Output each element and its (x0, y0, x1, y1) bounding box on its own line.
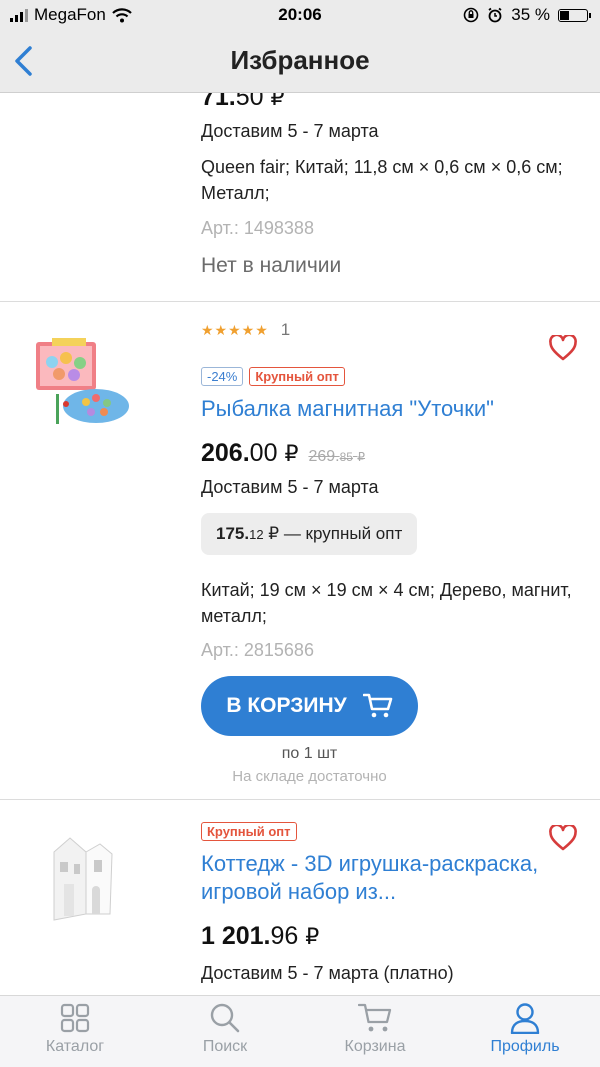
product-name-link[interactable]: Рыбалка магнитная "Уточки" (201, 395, 580, 423)
battery-percent: 35 % (511, 5, 550, 24)
cart-icon (362, 693, 392, 718)
item1-sku: Арт.: 1498388 (201, 218, 314, 238)
page-title: Избранное (230, 45, 370, 75)
product-card-1[interactable]: 71.50 ₽ Доставим 5 - 7 марта Queen fair;… (0, 93, 600, 302)
add-to-cart-button[interactable]: В КОРЗИНУ (201, 676, 418, 736)
product-image-fishing-ducks[interactable] (30, 332, 130, 432)
item2-qty: по 1 шт (281, 745, 338, 762)
status-bar: MegaFon 20:06 35 % (0, 0, 600, 30)
item2-specs: Китай; 19 см × 19 см × 4 см; Дерево, маг… (201, 580, 572, 626)
grid-icon (60, 1003, 90, 1033)
tab-profile[interactable]: Профиль (450, 1002, 600, 1056)
wholesale-price-box: 175.12 ₽ — крупный опт (201, 513, 418, 555)
product-card-3[interactable]: Крупный опт Коттедж - 3D игрушка-раскрас… (0, 800, 600, 995)
search-icon (210, 1003, 240, 1033)
heart-icon[interactable] (549, 335, 577, 361)
item2-price: 206.00 ₽ (201, 439, 299, 467)
item2-stock: На складе достаточно (232, 768, 387, 785)
item1-price: 71.50 ₽ (201, 93, 285, 111)
discount-badge: -24% (201, 367, 244, 386)
item2-delivery: Доставим 5 - 7 марта (201, 477, 379, 497)
cart-icon (358, 1003, 392, 1032)
item3-price: 1 201.96 ₽ (201, 922, 320, 950)
wholesale-badge: Крупный опт (201, 822, 297, 841)
alarm-icon (488, 7, 502, 23)
wholesale-badge: Крупный опт (249, 367, 345, 386)
review-count[interactable]: 1 (281, 320, 290, 340)
tab-search[interactable]: Поиск (150, 1002, 300, 1056)
product-image-cottage[interactable] (40, 834, 120, 929)
item2-old-price: 269.85 ₽ (308, 448, 366, 465)
battery-icon (558, 8, 591, 22)
item1-specs: Queen fair; Китай; 11,8 см × 0,6 см × 0,… (201, 157, 563, 203)
tab-cart[interactable]: Корзина (300, 1002, 450, 1056)
profile-icon (510, 1003, 540, 1034)
navigation-bar: Избранное (0, 30, 600, 93)
item2-sku: Арт.: 2815686 (201, 640, 314, 660)
favorites-list[interactable]: 71.50 ₽ Доставим 5 - 7 марта Queen fair;… (0, 93, 600, 995)
item3-delivery: Доставим 5 - 7 марта (платно) (201, 963, 454, 983)
item1-availability: Нет в наличии (201, 254, 342, 277)
tab-bar: Каталог Поиск Корзина Профиль (0, 995, 600, 1067)
product-card-2[interactable]: ★★★★★ 1 -24% Крупный опт Рыбалка магнитн… (0, 302, 600, 800)
rating-stars: ★★★★★ (201, 321, 269, 338)
tab-catalog[interactable]: Каталог (0, 1002, 150, 1056)
status-right: 35 % (463, 5, 591, 25)
item1-delivery: Доставим 5 - 7 марта (201, 121, 379, 141)
rotation-lock-icon (463, 7, 479, 23)
product-name-link[interactable]: Коттедж - 3D игрушка-раскраска, игровой … (201, 850, 560, 906)
